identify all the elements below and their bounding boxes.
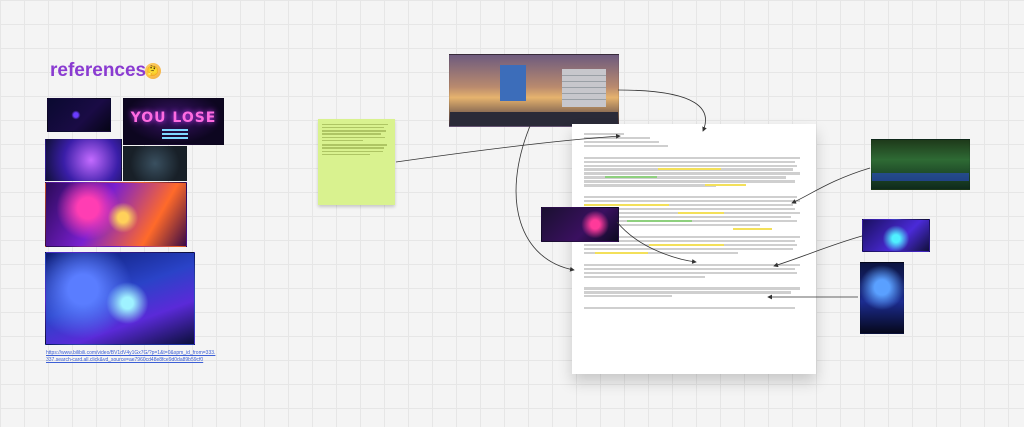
connector-arrows xyxy=(395,89,871,300)
arrow-sticky-to-doc xyxy=(395,133,621,163)
arrow-neon-to-doc xyxy=(773,235,863,268)
arrow-platformer-to-doc xyxy=(791,167,871,204)
arrow-mid-to-doc xyxy=(616,221,697,264)
arrow-street-to-doc xyxy=(617,89,707,132)
arrow-street-down xyxy=(515,125,575,272)
